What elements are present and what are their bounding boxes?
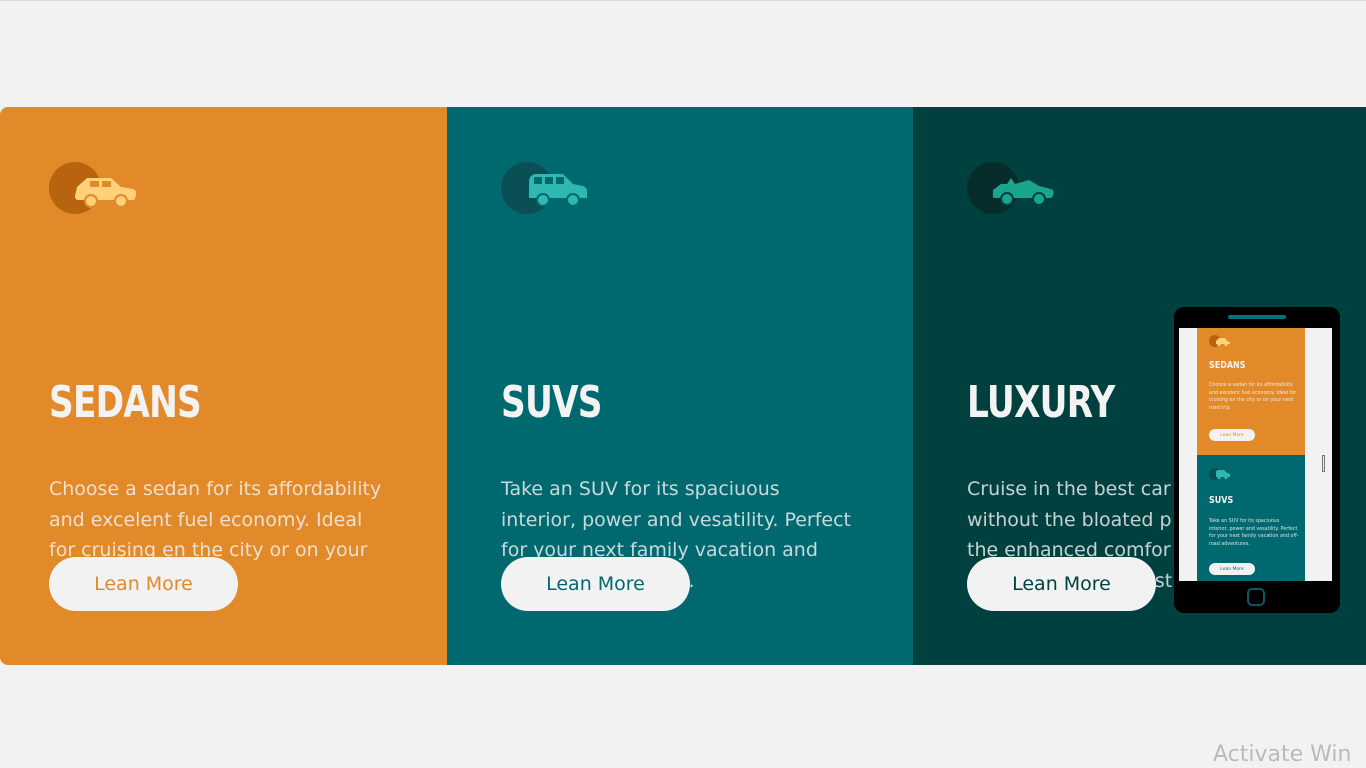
mini-card-description: Take an SUV for its spaciuous interior, … bbox=[1209, 519, 1299, 547]
mini-card-title: SUVS bbox=[1209, 495, 1234, 506]
learn-more-button[interactable]: Lean More bbox=[501, 557, 690, 611]
mini-card-suvs: SUVS Take an SUV for its spaciuous inter… bbox=[1197, 455, 1305, 581]
scrollbar[interactable] bbox=[1322, 455, 1325, 472]
suv-car-icon bbox=[501, 160, 591, 216]
activation-watermark: Activate Win bbox=[1213, 742, 1352, 767]
learn-more-button[interactable]: Lean More bbox=[967, 557, 1156, 611]
sedan-car-icon bbox=[1209, 335, 1230, 347]
suv-car-icon bbox=[1209, 468, 1230, 480]
mini-card-description: Choose a sedan for its affordability and… bbox=[1209, 383, 1297, 411]
convertible-car-icon bbox=[967, 160, 1057, 216]
mini-card-title: SEDANS bbox=[1209, 360, 1246, 371]
phone-home-button[interactable] bbox=[1247, 588, 1265, 606]
mini-learn-more-button[interactable]: Lean More bbox=[1209, 563, 1255, 575]
phone-speaker bbox=[1228, 315, 1286, 319]
car-cards: SEDANS Choose a sedan for its affordabil… bbox=[0, 107, 1366, 665]
card-sedans: SEDANS Choose a sedan for its affordabil… bbox=[0, 107, 447, 665]
learn-more-button[interactable]: Lean More bbox=[49, 557, 238, 611]
card-title: LUXURY bbox=[967, 377, 1115, 428]
mini-learn-more-button[interactable]: Lean More bbox=[1209, 429, 1255, 441]
card-suvs: SUVS Take an SUV for its spaciuous inter… bbox=[447, 107, 913, 665]
phone-screen: SEDANS Choose a sedan for its affordabil… bbox=[1179, 328, 1332, 581]
mini-card-sedans: SEDANS Choose a sedan for its affordabil… bbox=[1197, 328, 1305, 455]
phone-preview: SEDANS Choose a sedan for its affordabil… bbox=[1174, 307, 1340, 613]
card-title: SUVS bbox=[501, 377, 603, 428]
sedan-car-icon bbox=[49, 160, 139, 216]
card-title: SEDANS bbox=[49, 377, 202, 428]
top-border bbox=[0, 0, 1366, 1]
